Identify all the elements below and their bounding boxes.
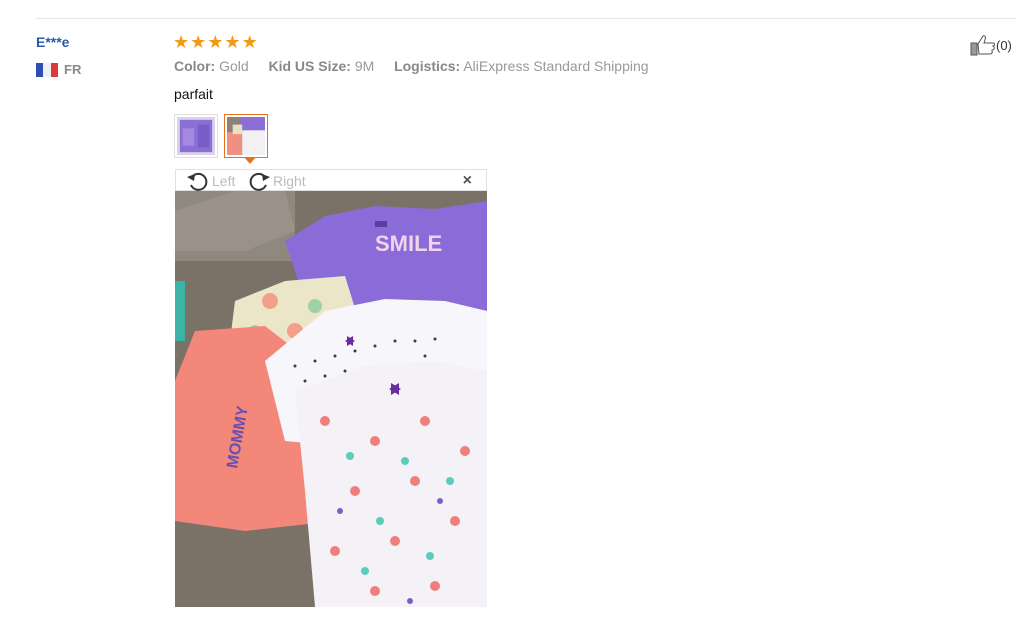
like-count: (0) xyxy=(996,37,1012,53)
section-divider xyxy=(35,18,1016,19)
image-viewer-toolbar: Left Right × xyxy=(175,169,487,191)
size-label: Kid US Size: xyxy=(268,58,351,74)
review-photo-thumbnail[interactable] xyxy=(174,114,218,158)
star-icon: ★ xyxy=(207,32,224,52)
color-value: Gold xyxy=(219,58,249,74)
size-value: 9M xyxy=(354,58,375,74)
review-photo-thumbnail-active[interactable] xyxy=(224,114,268,158)
svg-text:SMILE: SMILE xyxy=(375,231,442,256)
rotate-left-label: Left xyxy=(212,173,236,189)
review-text: parfait xyxy=(174,86,213,102)
rotate-left-button[interactable]: Left xyxy=(186,171,235,191)
thumbs-up-icon xyxy=(970,35,995,56)
order-attributes: Color: Gold Kid US Size: 9M Logistics: A… xyxy=(174,58,649,74)
rotate-right-icon xyxy=(249,172,270,191)
star-icon: ★ xyxy=(173,32,190,52)
thumbnail-selected-indicator xyxy=(244,157,256,164)
logistics-value: AliExpress Standard Shipping xyxy=(463,58,649,74)
star-icon: ★ xyxy=(224,32,241,52)
rotate-right-label: Right xyxy=(273,173,306,189)
rotate-left-icon xyxy=(187,172,208,191)
close-icon[interactable]: × xyxy=(463,172,472,190)
star-rating: ★ ★ ★ ★ ★ xyxy=(173,32,258,52)
reviewer-name: E***e xyxy=(36,34,70,50)
review-thumbnails xyxy=(174,114,268,158)
logistics-label: Logistics: xyxy=(394,58,461,74)
like-button[interactable]: (0) xyxy=(970,34,1012,56)
country-code: FR xyxy=(64,62,82,77)
review-photo: SMILE MOMMY xyxy=(175,191,487,607)
review-photo-large: SMILE MOMMY xyxy=(175,191,487,607)
rotate-right-button[interactable]: Right xyxy=(247,171,306,191)
france-flag-icon xyxy=(36,62,58,77)
color-label: Color: xyxy=(174,58,216,74)
star-icon: ★ xyxy=(241,32,258,52)
star-icon: ★ xyxy=(190,32,207,52)
reviewer-country: FR xyxy=(36,62,81,77)
